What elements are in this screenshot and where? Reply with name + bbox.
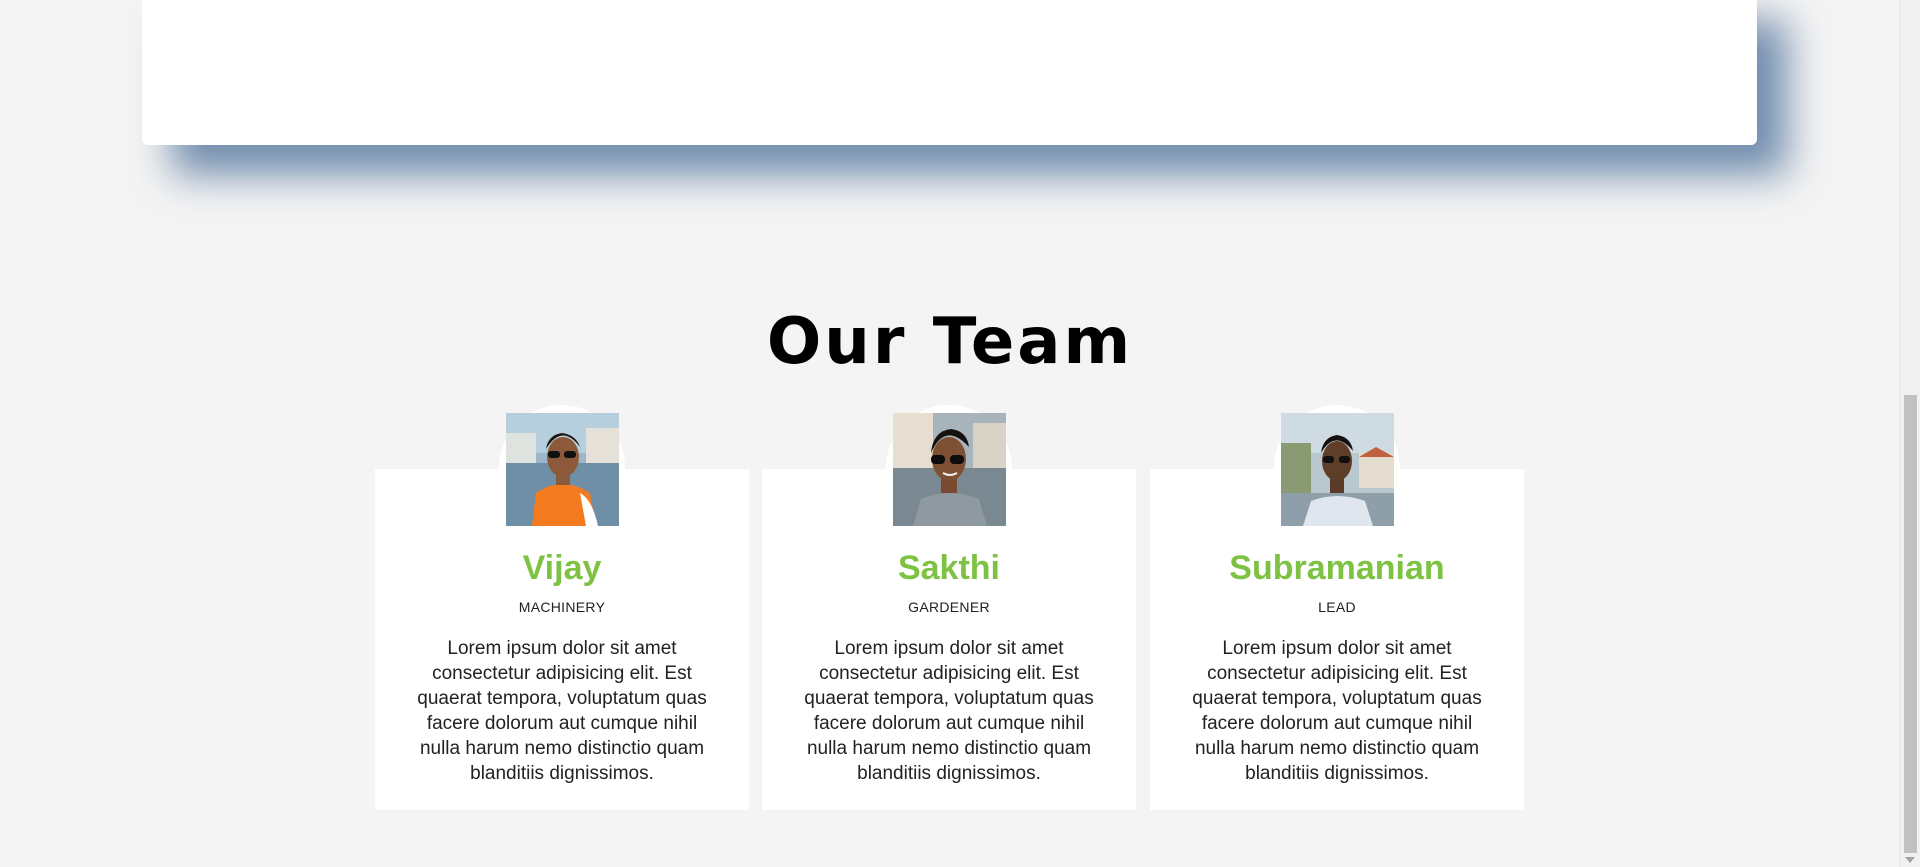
top-content-card (142, 0, 1757, 145)
team-card-sakthi: Sakthi GARDENER Lorem ipsum dolor sit am… (762, 405, 1136, 810)
vertical-scrollbar[interactable] (1899, 0, 1920, 867)
avatar (893, 413, 1006, 526)
member-name: Vijay (522, 549, 602, 587)
member-bio: Lorem ipsum dolor sit amet consectetur a… (417, 638, 707, 784)
member-role: LEAD (1318, 599, 1356, 615)
avatar (1281, 413, 1394, 526)
section-title: Our Team (766, 305, 1134, 379)
page: Our Team Vijay MACHINERY Lorem ipsum dol… (0, 0, 1920, 867)
member-name: Sakthi (897, 549, 1001, 587)
member-role: GARDENER (908, 599, 990, 615)
member-name: Subramanian (1229, 549, 1445, 587)
member-bio: Lorem ipsum dolor sit amet consectetur a… (1192, 638, 1482, 784)
member-bio: Lorem ipsum dolor sit amet consectetur a… (804, 638, 1094, 784)
scroll-down-arrow-icon[interactable] (1905, 857, 1915, 863)
scrollbar-thumb[interactable] (1904, 395, 1917, 853)
member-role: MACHINERY (518, 599, 606, 615)
avatar (506, 413, 619, 526)
team-card-subramanian: Subramanian LEAD Lorem ipsum dolor sit a… (1150, 405, 1524, 810)
team-card-vijay: Vijay MACHINERY Lorem ipsum dolor sit am… (375, 405, 749, 810)
